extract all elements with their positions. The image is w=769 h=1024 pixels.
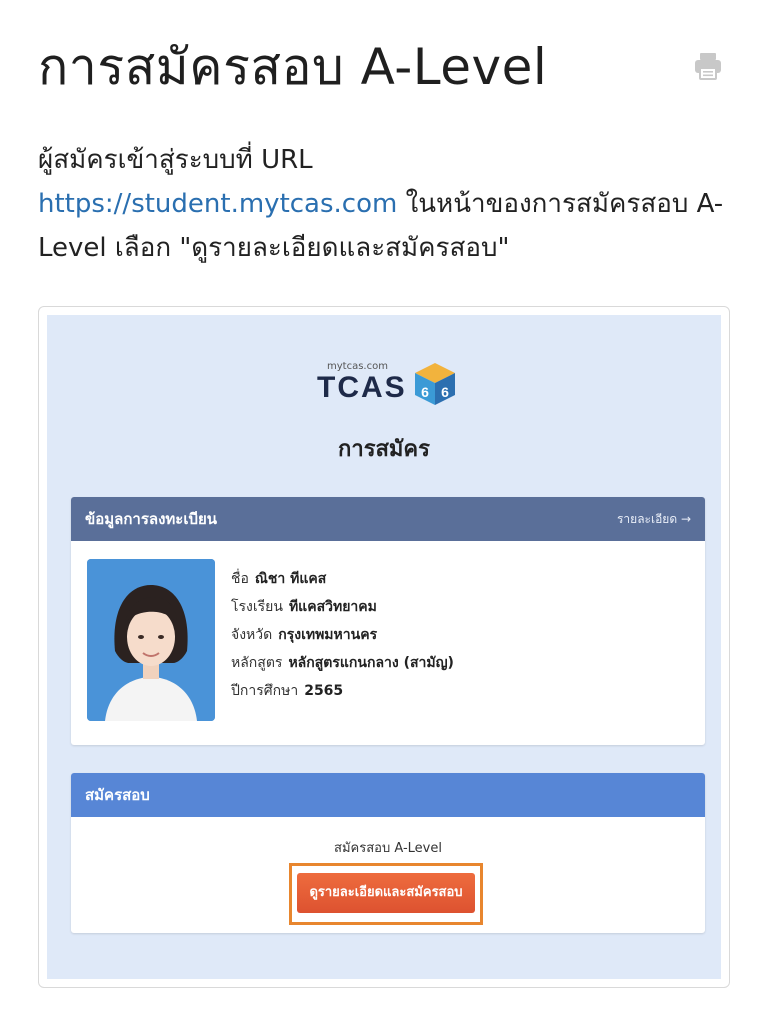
svg-text:6: 6 [421, 384, 429, 400]
logo-cube-icon: 6 6 [415, 363, 455, 405]
info-row-province: จังหวัด กรุงเทพมหานคร [231, 621, 454, 649]
registration-card-title: ข้อมูลการลงทะเบียน [85, 510, 218, 528]
info-label: จังหวัด [231, 627, 273, 643]
student-portal-link[interactable]: https://student.mytcas.com [38, 189, 397, 219]
info-row-curriculum: หลักสูตร หลักสูตรแกนกลาง (สามัญ) [231, 649, 454, 677]
exam-label: สมัครสอบ A-Level [334, 841, 442, 856]
article-page: การสมัครสอบ A-Level ผู้สมัครเข้าสู่ระบบท… [0, 0, 769, 1024]
exam-card: สมัครสอบ สมัครสอบ A-Level ดูรายละเอียดแล… [71, 773, 705, 933]
info-value: 2565 [304, 683, 344, 699]
info-row-school: โรงเรียน ทีแคสวิทยาคม [231, 593, 454, 621]
details-link[interactable]: รายละเอียด → [617, 497, 691, 541]
svg-text:6: 6 [441, 384, 449, 400]
intro-paragraph: ผู้สมัครเข้าสู่ระบบที่ URL https://stude… [38, 138, 738, 270]
info-label: หลักสูตร [231, 655, 283, 671]
embedded-screenshot: mytcas.com TCAS 6 6 การสมัคร ข้อมูลการลง… [47, 315, 721, 979]
info-value: ทีแคสวิทยาคม [288, 599, 377, 615]
tcas-logo: mytcas.com TCAS 6 6 [317, 357, 467, 417]
printer-icon[interactable] [692, 50, 724, 82]
info-value: หลักสูตรแกนกลาง (สามัญ) [288, 655, 454, 671]
exam-card-header: สมัครสอบ [71, 773, 705, 817]
info-label: ชื่อ [231, 571, 249, 587]
student-photo [87, 559, 215, 721]
info-row-name: ชื่อ ณิชา ทีแคส [231, 565, 454, 593]
view-details-apply-button[interactable]: ดูรายละเอียดและสมัครสอบ [297, 873, 475, 913]
info-value: กรุงเทพมหานคร [278, 627, 378, 643]
exam-card-title: สมัครสอบ [85, 786, 150, 804]
info-row-academic-year: ปีการศึกษา 2565 [231, 677, 454, 705]
student-info-list: ชื่อ ณิชา ทีแคส โรงเรียน ทีแคสวิทยาคม จังห… [231, 565, 454, 705]
logo-wordmark: TCAS [317, 371, 407, 404]
info-label: ปีการศึกษา [231, 683, 299, 699]
screenshot-frame: mytcas.com TCAS 6 6 การสมัคร ข้อมูลการลง… [38, 306, 730, 988]
page-title: การสมัครสอบ A-Level [38, 38, 548, 96]
info-label: โรงเรียน [231, 599, 283, 615]
info-value: ณิชา ทีแคส [254, 571, 327, 587]
title-row: การสมัครสอบ A-Level [38, 32, 738, 112]
apply-heading: การสมัคร [338, 437, 430, 462]
registration-card: ข้อมูลการลงทะเบียน รายละเอียด → ชื่อ ณิช… [71, 497, 705, 745]
intro-prefix: ผู้สมัครเข้าสู่ระบบที่ URL [38, 145, 313, 175]
registration-card-header: ข้อมูลการลงทะเบียน รายละเอียด → [71, 497, 705, 541]
